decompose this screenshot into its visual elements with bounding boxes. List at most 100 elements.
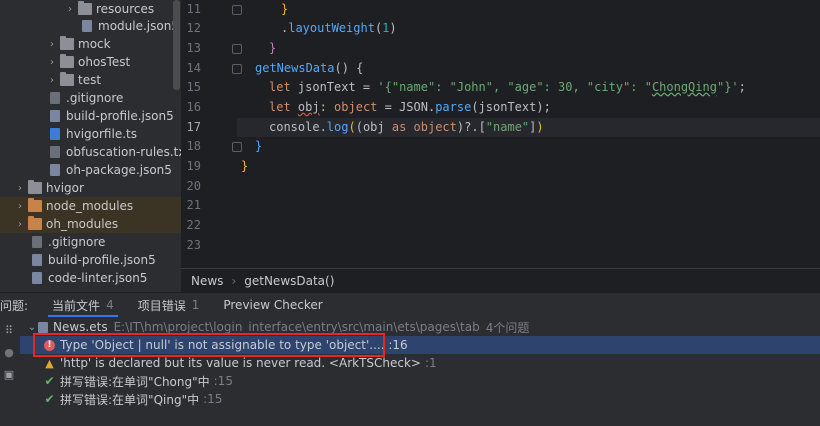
chevron-right-icon[interactable]: › [46, 75, 58, 86]
chevron-right-icon[interactable]: › [14, 201, 26, 212]
json-file-icon [32, 272, 42, 284]
excluded-folder-icon [28, 198, 42, 212]
typo-check-icon: ✔ [44, 373, 55, 388]
problems-tab-bar: 问题: 当前文件 4 项目错误 1 Preview Checker [0, 293, 820, 317]
chevron-down-icon[interactable]: ⌄ [26, 322, 38, 333]
tree-item-label: oh-package.json5 [66, 163, 172, 177]
fold-marker-icon[interactable] [232, 44, 242, 54]
code-line-18: } [255, 139, 263, 153]
error-highlight[interactable]: obj [298, 100, 320, 114]
line-number: 14 [186, 61, 201, 75]
tree-item-gitignore-root[interactable]: .gitignore [0, 233, 181, 251]
tree-item-ohostest[interactable]: › ohosTest [0, 53, 181, 71]
tree-item-label: hvigor [46, 181, 84, 195]
line-number-current: 17 [186, 120, 201, 134]
chevron-right-icon[interactable]: › [14, 219, 26, 230]
problem-count: 4个问题 [485, 320, 530, 335]
line-number: 22 [186, 218, 201, 232]
tree-item-label: .gitignore [48, 235, 106, 249]
file-icon [38, 321, 48, 333]
problem-file-row[interactable]: ⌄ News.ets E:\IT\hm\project\login_interf… [20, 318, 820, 336]
tree-item-resources[interactable]: › resources [0, 0, 181, 18]
breadcrumb-separator: › [231, 273, 237, 288]
line-number: 18 [186, 139, 201, 153]
json-file-icon [82, 20, 92, 32]
tree-item-test[interactable]: › test [0, 71, 181, 89]
typo-check-icon: ✔ [44, 391, 55, 406]
problem-message: 拼写错误:在单词"Qing"中 [60, 392, 200, 407]
problem-location: :15 [213, 374, 233, 388]
code-line-19: } [241, 159, 249, 173]
tree-item-label: .gitignore [66, 91, 124, 105]
problem-message: Type 'Object | null' is not assignable t… [60, 338, 408, 352]
tree-item-label: hvigorfile.ts [66, 127, 137, 141]
tree-item-label: test [78, 73, 102, 87]
folder-icon [60, 72, 74, 86]
tree-item-mock[interactable]: › mock [0, 35, 181, 53]
chevron-right-icon[interactable]: › [46, 39, 58, 50]
json-file-icon [50, 164, 60, 176]
fold-marker-icon[interactable] [232, 64, 242, 74]
group-by-icon[interactable]: ⠿ [3, 325, 15, 337]
code-editor[interactable]: 11 12 13 14 15 16 17 18 19 20 21 22 23 }… [181, 0, 820, 268]
folder-icon [60, 36, 74, 50]
file-icon [50, 92, 60, 104]
problem-location: :15 [203, 392, 223, 406]
tree-item-obfuscation-rules[interactable]: obfuscation-rules.txt [0, 143, 181, 161]
chevron-right-icon[interactable]: › [64, 4, 76, 15]
text-file-icon [50, 146, 60, 158]
tree-item-oh-package[interactable]: oh-package.json5 [0, 161, 181, 179]
tree-item-build-profile[interactable]: build-profile.json5 [0, 107, 181, 125]
warning-icon: ▲ [45, 356, 54, 370]
problem-file-name: News.ets [53, 320, 108, 334]
excluded-folder-icon [28, 216, 42, 230]
folder-icon [60, 54, 74, 68]
breadcrumb-item-method[interactable]: getNewsData() [244, 274, 334, 288]
typescript-file-icon [50, 128, 60, 140]
tree-scrollbar[interactable] [173, 0, 180, 90]
code-line-15: let jsonText = '{"name": "John", "age": … [269, 80, 746, 94]
tree-item-label: code-linter.json5 [48, 271, 148, 285]
tab-project-errors[interactable]: 项目错误 1 [126, 293, 212, 317]
line-number: 19 [186, 159, 201, 173]
tree-item-label: mock [78, 37, 111, 51]
fold-marker-icon[interactable] [232, 5, 242, 15]
lightbulb-icon[interactable]: ● [3, 347, 15, 359]
tree-item-build-profile-root[interactable]: build-profile.json5 [0, 251, 181, 269]
breadcrumb: News › getNewsData() [181, 268, 820, 292]
json-file-icon [32, 254, 42, 266]
tab-current-file[interactable]: 当前文件 4 [40, 293, 126, 317]
line-number: 23 [186, 238, 201, 252]
tree-item-hvigor[interactable]: › hvigor [0, 179, 181, 197]
chevron-right-icon[interactable]: › [46, 57, 58, 68]
problem-item-typo[interactable]: ✔ 拼写错误:在单词"Chong"中 :15 [20, 372, 820, 390]
error-icon: ! [44, 339, 55, 351]
problem-message: 'http' is declared but its value is neve… [60, 356, 421, 370]
file-icon [32, 236, 42, 248]
tree-item-label: resources [96, 2, 155, 16]
line-number: 13 [186, 41, 201, 55]
tree-item-label: ohosTest [78, 55, 131, 69]
tree-item-label: node_modules [46, 199, 134, 213]
line-number: 12 [186, 21, 201, 35]
preview-pane-icon[interactable]: ▣ [3, 369, 15, 381]
chevron-right-icon[interactable]: › [14, 183, 26, 194]
problem-item-warning[interactable]: ▲ 'http' is declared but its value is ne… [20, 354, 820, 372]
problem-item-error[interactable]: ! Type 'Object | null' is not assignable… [20, 336, 820, 354]
tab-preview-checker[interactable]: Preview Checker [211, 293, 334, 317]
tree-item-label: build-profile.json5 [66, 109, 174, 123]
breadcrumb-item-news[interactable]: News [181, 274, 223, 288]
tree-item-hvigorfile[interactable]: hvigorfile.ts [0, 125, 181, 143]
tree-item-oh-modules[interactable]: › oh_modules [0, 215, 181, 233]
fold-marker-icon[interactable] [232, 142, 242, 152]
tree-item-module-json5[interactable]: module.json5 [0, 17, 181, 35]
tree-item-code-linter[interactable]: code-linter.json5 [0, 269, 181, 287]
tree-item-label: obfuscation-rules.txt [66, 145, 181, 159]
problem-item-typo[interactable]: ✔ 拼写错误:在单词"Qing"中 :15 [20, 390, 820, 408]
folder-icon [28, 180, 42, 194]
line-number: 16 [186, 100, 201, 114]
tree-item-node-modules[interactable]: › node_modules [0, 197, 181, 215]
code-line-14: getNewsData() { [255, 61, 364, 75]
tree-item-gitignore[interactable]: .gitignore [0, 89, 181, 107]
problem-location: :1 [425, 356, 437, 370]
